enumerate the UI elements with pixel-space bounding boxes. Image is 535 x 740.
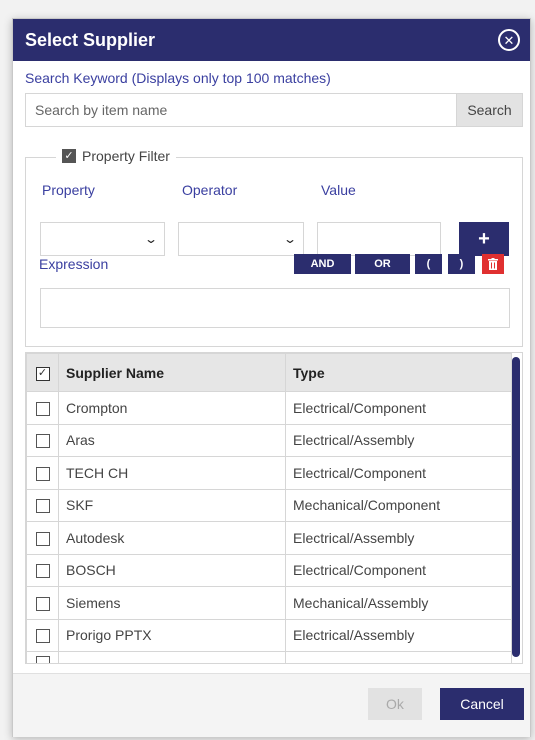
supplier-type-cell: Electrical/Assembly [285,618,512,652]
supplier-name-cell: TECH CH [58,456,286,490]
table-row[interactable]: SKF Mechanical/Component [26,488,512,522]
property-filter-legend: ✓ Property Filter [56,148,176,164]
column-header-supplier-name[interactable]: Supplier Name [58,353,286,392]
table-row[interactable]: Siemens Mechanical/Assembly [26,586,512,620]
supplier-type-cell: Mechanical/Component [285,488,512,522]
property-filter-label: Property Filter [82,148,170,164]
search-input[interactable] [26,94,456,126]
supplier-name-cell: Aras [58,423,286,457]
select-supplier-dialog: Select Supplier ✕ Search Keyword (Displa… [12,18,531,737]
property-select[interactable]: ⌄ [40,222,165,256]
close-icon[interactable]: ✕ [498,29,520,51]
ok-button[interactable]: Ok [368,688,422,720]
open-paren-button[interactable]: ( [415,254,442,274]
row-checkbox[interactable] [35,531,50,546]
table-row[interactable]: Prorigo PPTX Electrical/Assembly [26,618,512,652]
supplier-name-cell: BOSCH [58,553,286,587]
and-button[interactable]: AND [294,254,351,274]
table-row[interactable]: TECH CH Electrical/Component [26,456,512,490]
table-scrollbar[interactable] [512,357,520,657]
table-row[interactable]: BOSCH Electrical/Component [26,553,512,587]
supplier-type-cell: Electrical/Component [285,391,512,425]
supplier-name-cell: Crompton [58,391,286,425]
supplier-name-cell [58,651,286,663]
search-keyword-label: Search Keyword (Displays only top 100 ma… [25,70,331,86]
table-row[interactable]: Aras Electrical/Assembly [26,423,512,457]
value-input[interactable] [317,222,441,256]
expression-label: Expression [39,256,109,272]
supplier-name-cell: SKF [58,488,286,522]
supplier-type-cell: Electrical/Assembly [285,423,512,457]
row-checkbox-cell [26,586,59,620]
row-checkbox-cell [26,521,59,555]
row-checkbox-cell [26,651,59,663]
supplier-type-cell: Electrical/Component [285,553,512,587]
trash-icon [488,258,498,270]
property-filter-checkbox[interactable]: ✓ [62,149,76,163]
supplier-type-cell [285,651,512,663]
select-all-cell: ✓ [26,353,59,392]
supplier-type-cell: Electrical/Component [285,456,512,490]
row-checkbox[interactable] [35,655,50,663]
supplier-type-cell: Electrical/Assembly [285,521,512,555]
row-checkbox-cell [26,553,59,587]
add-filter-button[interactable]: + [459,222,509,256]
row-checkbox[interactable] [35,401,50,416]
row-checkbox[interactable] [35,564,50,579]
table-row[interactable]: Crompton Electrical/Component [26,391,512,425]
row-checkbox[interactable] [35,629,50,644]
chevron-down-icon: ⌄ [143,232,159,246]
property-label: Property [42,182,95,198]
supplier-table: ✓ Supplier Name Type Crompton Electrical… [25,352,523,664]
chevron-down-icon: ⌄ [282,232,298,246]
column-header-type[interactable]: Type [285,353,512,392]
cancel-button[interactable]: Cancel [440,688,524,720]
supplier-name-cell: Prorigo PPTX [58,618,286,652]
search-button[interactable]: Search [456,94,522,126]
row-checkbox-cell [26,618,59,652]
property-filter-group: ✓ Property Filter Property Operator Valu… [25,148,523,347]
row-checkbox-cell [26,423,59,457]
row-checkbox[interactable] [35,499,50,514]
expression-textarea[interactable] [40,288,510,328]
row-checkbox[interactable] [35,596,50,611]
operator-select[interactable]: ⌄ [178,222,304,256]
row-checkbox[interactable] [35,434,50,449]
supplier-name-cell: Autodesk [58,521,286,555]
table-header-row: ✓ Supplier Name Type [26,353,512,392]
select-all-checkbox[interactable]: ✓ [35,366,50,381]
or-button[interactable]: OR [355,254,410,274]
dialog-title-bar: Select Supplier ✕ [13,19,530,61]
close-paren-button[interactable]: ) [448,254,475,274]
dialog-footer: Ok Cancel [13,673,530,737]
supplier-name-cell: Siemens [58,586,286,620]
dialog-title: Select Supplier [25,29,156,50]
row-checkbox-cell [26,488,59,522]
supplier-type-cell: Mechanical/Assembly [285,586,512,620]
operator-label: Operator [182,182,238,198]
row-checkbox-cell [26,391,59,425]
table-row[interactable]: Autodesk Electrical/Assembly [26,521,512,555]
value-label: Value [321,182,356,198]
row-checkbox-cell [26,456,59,490]
search-row: Search [25,93,523,127]
row-checkbox[interactable] [35,466,50,481]
delete-expression-button[interactable] [482,254,504,274]
table-row-partial[interactable] [26,651,512,663]
